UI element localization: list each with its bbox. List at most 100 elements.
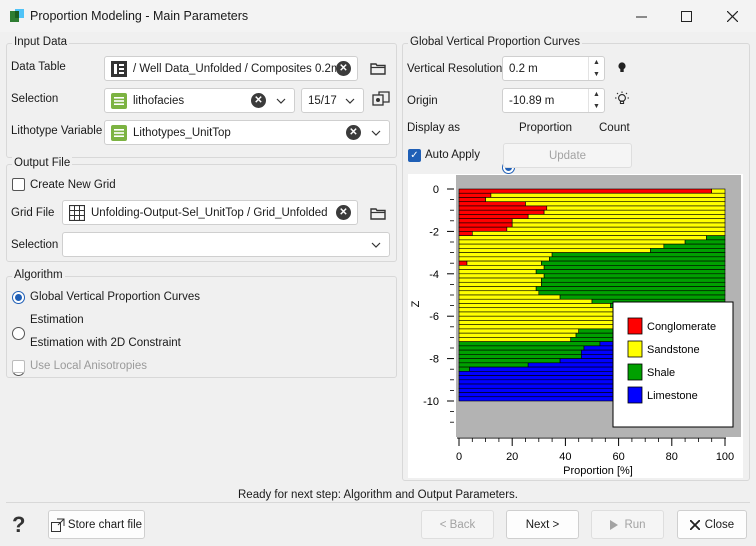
close-window-button[interactable] [709, 0, 755, 32]
store-chart-label: Store chart file [67, 518, 143, 531]
bar-segment [458, 341, 601, 347]
bar-segment [525, 201, 726, 207]
bar-segment [458, 214, 529, 219]
update-button[interactable]: Update [503, 143, 632, 168]
footer-divider [6, 502, 750, 503]
origin-spinbox[interactable]: -10.89 m ▲ ▼ [502, 88, 605, 113]
bar-segment [650, 248, 726, 253]
maximize-button[interactable] [663, 0, 709, 32]
bar-segment [458, 256, 550, 262]
x-tick-label: 60 [612, 451, 624, 463]
output-selection-dropdown[interactable] [62, 232, 390, 257]
close-button[interactable]: Close [677, 510, 747, 539]
spin-up-icon[interactable]: ▲ [589, 89, 604, 101]
local-anisotropies-label: Use Local Anisotropies [30, 360, 147, 372]
y-tick-label: -6 [429, 311, 439, 323]
title-bar: Proportion Modeling - Main Parameters [0, 0, 756, 32]
spin-down-icon[interactable]: ▼ [589, 101, 604, 113]
y-tick-label: -8 [429, 354, 439, 366]
bar-segment [711, 188, 726, 194]
clear-icon[interactable]: ✕ [251, 93, 266, 108]
selection-dropdown[interactable]: lithofacies ✕ [104, 88, 295, 113]
folder-icon[interactable] [370, 61, 386, 75]
selection-count-dropdown[interactable]: 15/17 [301, 88, 364, 113]
spin-down-icon[interactable]: ▼ [589, 69, 604, 81]
bar-segment [485, 197, 726, 203]
data-table-label: Data Table [11, 61, 66, 73]
lightbulb-icon[interactable] [616, 61, 628, 75]
bar-segment [458, 362, 529, 368]
y-tick-label: 0 [433, 184, 439, 196]
bar-segment [458, 349, 582, 355]
clear-icon[interactable]: ✕ [336, 61, 351, 76]
gvpc-option-label: Global Vertical Proportion Curves [30, 291, 201, 303]
local-anisotropies-checkbox[interactable] [12, 360, 25, 373]
bar-segment [458, 231, 473, 236]
legend-swatch [627, 317, 643, 335]
bar-segment [543, 209, 726, 215]
vertical-resolution-value: 0.2 m [509, 62, 538, 75]
origin-value: -10.89 m [509, 94, 555, 107]
window-title: Proportion Modeling - Main Parameters [30, 9, 249, 23]
gvpc-radio[interactable] [12, 291, 25, 304]
y-tick-label: -10 [423, 396, 439, 408]
help-icon[interactable]: ? [12, 512, 25, 538]
bar-segment [458, 366, 470, 372]
bar-segment [458, 239, 686, 245]
bar-segment [541, 281, 726, 287]
legend-swatch [627, 340, 643, 358]
legend-swatch [627, 363, 643, 381]
bar-segment [458, 235, 707, 241]
store-chart-button[interactable]: Store chart file [48, 510, 145, 539]
input-data-group-label: Input Data [12, 36, 70, 48]
clear-icon[interactable]: ✕ [336, 205, 351, 220]
auto-apply-checkbox[interactable]: ✓ [408, 149, 421, 162]
chevron-down-icon [371, 242, 381, 248]
bar-segment [458, 345, 585, 351]
bar-segment [458, 248, 651, 253]
bar-segment [458, 354, 582, 359]
selection-label: Selection [11, 93, 59, 105]
legend-label: Shale [647, 367, 675, 379]
bar-segment [458, 218, 513, 224]
lightbulb-outline-icon[interactable] [614, 91, 630, 107]
create-new-grid-label: Create New Grid [30, 179, 116, 191]
bar-segment [706, 235, 726, 241]
bar-segment [458, 197, 486, 203]
chart-legend: Conglomerate Sandstone Shale Limestone [612, 301, 734, 428]
grid-file-value: Unfolding-Output-Sel_UnitTop / Grid_Unfo… [91, 206, 328, 219]
grid-file-field[interactable]: Unfolding-Output-Sel_UnitTop / Grid_Unfo… [62, 200, 358, 225]
data-table-field[interactable]: / Well Data_Unfolded / Composites 0.2m ✕ [104, 56, 358, 81]
estimation-option-label: Estimation [30, 314, 84, 326]
bar-segment [538, 290, 726, 296]
vertical-resolution-spinbox[interactable]: 0.2 m ▲ ▼ [502, 56, 605, 81]
spin-up-icon[interactable]: ▲ [589, 57, 604, 69]
lithotype-dropdown[interactable]: Lithotypes_UnitTop ✕ [104, 120, 390, 145]
estimation-radio[interactable] [12, 327, 25, 340]
bar-segment [541, 277, 726, 283]
bar-segment [458, 290, 540, 296]
folder-icon[interactable] [370, 206, 386, 220]
selection-filter-icon[interactable] [372, 91, 390, 109]
x-tick-label: 80 [666, 451, 678, 463]
bar-segment [458, 205, 548, 211]
legend-label: Sandstone [647, 344, 700, 356]
next-button[interactable]: Next > [506, 510, 579, 539]
minimize-button[interactable] [618, 0, 664, 32]
bar-segment [506, 226, 726, 232]
list-icon [111, 92, 127, 109]
create-new-grid-checkbox[interactable] [12, 178, 25, 191]
x-tick-label: 100 [716, 451, 734, 463]
bar-segment [458, 328, 579, 334]
app-icon [10, 9, 24, 22]
algorithm-group-label: Algorithm [12, 269, 65, 281]
bar-segment [458, 286, 537, 292]
list-icon [111, 124, 127, 141]
bar-segment [458, 303, 611, 309]
clear-icon[interactable]: ✕ [346, 125, 361, 140]
back-button[interactable]: < Back [421, 510, 494, 539]
run-button[interactable]: Run [591, 510, 664, 539]
bar-segment [458, 298, 593, 304]
proportion-chart: 0 20 40 60 80 100 0 -2 -4 -6 -8 -10 Proportion [%]… [408, 174, 743, 478]
selection-count-value: 15/17 [308, 94, 337, 107]
